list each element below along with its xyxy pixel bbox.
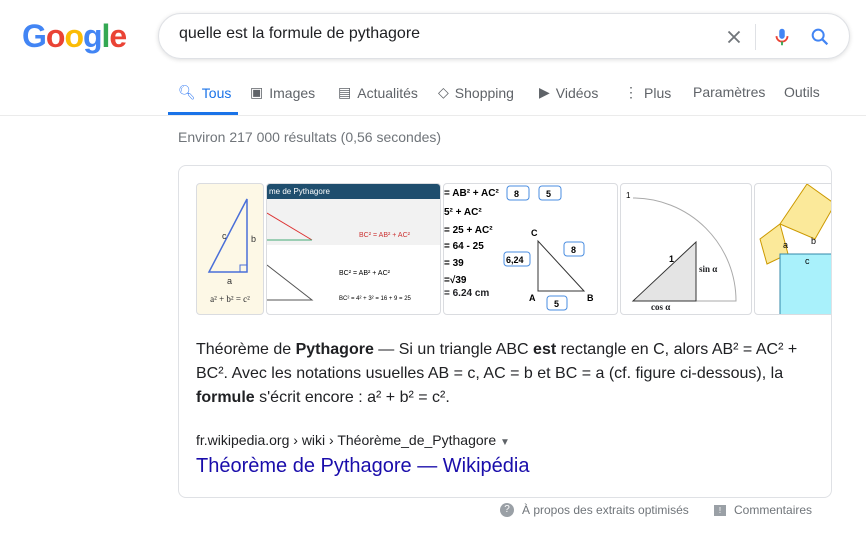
news-icon: ▤	[338, 84, 352, 100]
svg-text:= AB² + AC²: = AB² + AC²	[444, 188, 499, 199]
svg-text:b: b	[251, 234, 256, 244]
thumbnail-image-4[interactable]: 1 1 sin α cos α	[620, 183, 752, 315]
svg-text:BC² = AB² + AC²: BC² = AB² + AC²	[359, 232, 411, 239]
image-icon: ▣	[250, 84, 264, 100]
thumbnail-caption: a² + b² = c²	[210, 294, 250, 304]
microphone-icon[interactable]	[771, 26, 793, 48]
tab-label: Vidéos	[555, 84, 599, 101]
tab-actualites[interactable]: ▤ Actualités	[338, 84, 418, 101]
thumbnail-caption: = 6.24 cm	[444, 288, 490, 299]
thumbnail-caption: cos α	[651, 302, 671, 312]
footer-label: Commentaires	[734, 503, 813, 517]
svg-text:BC² = 4² + 3² = 16 + 9 = 25: BC² = 4² + 3² = 16 + 9 = 25	[339, 296, 412, 302]
svg-text:BC² = AB² + AC²: BC² = AB² + AC²	[339, 270, 391, 277]
result-url[interactable]: fr.wikipedia.org › wiki › Théorème_de_Py…	[196, 432, 510, 448]
more-vert-icon: ⋮	[624, 84, 638, 100]
featured-snippet: cba a² + b² = c² me de Pythagore BC² = A…	[178, 165, 832, 498]
svg-text:= 39: = 39	[444, 258, 464, 269]
thumbnail-image-1[interactable]: c b a a² + b² = c²	[196, 183, 264, 315]
search-input[interactable]	[179, 25, 699, 43]
search-box	[158, 13, 850, 59]
svg-text:=√39: =√39	[444, 275, 467, 286]
svg-text:6,24: 6,24	[506, 255, 524, 265]
thumbnail-image-5[interactable]: a bc	[754, 183, 831, 315]
svg-text:a: a	[227, 276, 232, 286]
svg-text:a: a	[783, 240, 788, 250]
search-icon: 🔍︎	[178, 84, 196, 100]
feedback-icon: !	[714, 504, 726, 516]
tab-tous[interactable]: 🔍︎ Tous	[178, 84, 231, 101]
svg-text:B: B	[587, 293, 594, 303]
svg-text:1: 1	[669, 254, 674, 264]
tab-label: Plus	[644, 84, 672, 101]
about-snippets-link[interactable]: ? À propos des extraits optimisés	[500, 503, 689, 517]
google-logo[interactable]: Google	[22, 18, 127, 55]
tab-label: Tous	[201, 84, 232, 101]
svg-text:= 64 - 25: = 64 - 25	[444, 241, 484, 252]
tab-videos[interactable]: ▶ Vidéos	[539, 84, 598, 101]
svg-text:5: 5	[554, 299, 559, 309]
caret-down-icon[interactable]: ▼	[500, 437, 510, 448]
play-icon: ▶	[539, 84, 550, 100]
thumbnail-image-3[interactable]: = AB² + AC² 5² + AC² = 25 + AC² = 64 - 25 = …	[443, 183, 618, 315]
svg-text:1: 1	[626, 191, 631, 200]
feedback-link[interactable]: ! Commentaires	[714, 503, 812, 517]
footer-label: À propos des extraits optimisés	[522, 503, 689, 517]
thumbnail-image-2[interactable]: me de Pythagore BC² = AB² + AC² BC² = AB…	[266, 183, 441, 315]
snippet-text: Théorème de Pythagore — Si un triangle A…	[196, 341, 798, 406]
divider	[0, 115, 866, 116]
tab-images[interactable]: ▣ Images	[250, 84, 315, 101]
result-title-link[interactable]: Théorème de Pythagore — Wikipédia	[196, 455, 530, 478]
tab-plus[interactable]: ⋮ Plus	[624, 84, 671, 101]
svg-text:8: 8	[571, 245, 576, 255]
svg-text:b: b	[811, 236, 816, 246]
settings-link[interactable]: Paramètres	[693, 84, 765, 100]
svg-text:C: C	[531, 228, 538, 238]
tab-label: Shopping	[454, 84, 514, 101]
svg-text:A: A	[529, 293, 536, 303]
clear-icon[interactable]	[723, 26, 745, 48]
thumbnail-caption: me de Pythagore	[267, 184, 440, 199]
svg-text:c: c	[805, 256, 810, 266]
divider	[755, 24, 756, 50]
svg-text:c: c	[222, 231, 227, 241]
search-icon[interactable]	[809, 26, 831, 48]
thumbnail-caption: sin α	[699, 264, 718, 274]
tools-link[interactable]: Outils	[784, 84, 820, 100]
result-stats: Environ 217 000 résultats (0,56 secondes…	[178, 129, 442, 145]
help-icon: ?	[500, 503, 514, 517]
svg-text:= 25 + AC²: = 25 + AC²	[444, 225, 493, 236]
svg-text:8: 8	[514, 189, 519, 199]
tab-label: Images	[269, 84, 316, 101]
tab-shopping[interactable]: ◇ Shopping	[438, 84, 514, 101]
svg-text:5: 5	[546, 189, 551, 199]
svg-text:5² + AC²: 5² + AC²	[444, 207, 482, 218]
tag-icon: ◇	[438, 84, 449, 100]
tab-label: Actualités	[357, 84, 418, 101]
